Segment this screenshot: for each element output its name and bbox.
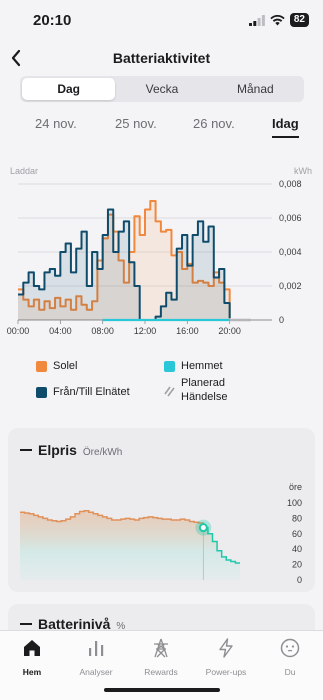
tab-analytics-label: Analyser [79,667,113,677]
legend-swatch-grid [36,387,47,398]
charging-label: Laddar [10,166,38,176]
chart-legend: Solel Hemmet Från/Till Elnätet Planerad … [36,356,296,412]
tab-analytics[interactable]: Analyser [66,637,126,677]
legend-label-planned: Planerad Händelse [181,377,228,403]
segment-week[interactable]: Vecka [115,78,208,100]
price-y-tick-label: 20 [292,560,302,570]
y-tick-label: 0,006 [279,213,302,223]
date-24-nov[interactable]: 24 nov. [35,116,77,131]
tab-profile[interactable]: Du [260,637,320,677]
header: Batteriaktivitet [0,42,323,74]
y-tick-label: 0 [279,315,284,325]
tab-home-label: Hem [22,667,42,677]
y-tick-label: 0,008 [279,179,302,189]
battery-level: 82 [289,13,309,27]
legend-item-planned: Planerad Händelse [164,376,251,404]
legend-label-home: Hemmet [181,360,223,372]
status-time: 20:10 [33,12,72,29]
price-y-tick-label: 40 [292,544,302,554]
x-tick-label: 16:00 [176,326,199,336]
hatch-icon [164,386,175,397]
face-icon [280,638,300,658]
home-indicator [104,688,220,692]
tab-home[interactable]: Hem [2,637,62,677]
x-tick-label: 12:00 [134,326,157,336]
tower-icon [154,638,168,658]
tab-profile-label: Du [284,667,296,677]
date-today[interactable]: Idag [272,116,299,138]
status-icons: 82 [248,13,309,27]
y-tick-label: 0,002 [279,281,302,291]
battery-activity-chart: Laddar kWh 0 0,002 0,004 0,006 0,008 00:00 04:00… [0,160,323,340]
legend-swatch-solar [36,361,47,372]
tab-power-ups[interactable]: Power-ups [196,637,256,677]
y-tick-label: 0,004 [279,247,302,257]
segment-day[interactable]: Dag [22,78,116,100]
x-tick-label: 20:00 [218,326,241,336]
legend-swatch-home [164,361,175,372]
signal-icon [248,14,265,26]
date-selector: 24 nov. 25 nov. 26 nov. Idag [0,114,323,144]
tab-rewards-label: Rewards [144,667,178,677]
x-tick-label: 08:00 [91,326,114,336]
page-title: Batteriaktivitet [112,50,211,66]
electricity-price-card[interactable]: Elpris Öre/kWh öre 0 20 40 60 80 100 [8,428,315,592]
price-y-tick-label: 60 [292,529,302,539]
x-tick-label: 04:00 [49,326,72,336]
legend-item-grid: Från/Till Elnätet [36,386,130,398]
home-icon [24,640,40,656]
legend-label-grid: Från/Till Elnätet [53,386,130,398]
bar-chart-icon [89,641,104,656]
price-y-tick-label: 100 [287,498,302,508]
battery-activity-chart-svg: Laddar kWh 0 0,002 0,004 0,006 0,008 00:00 04:00… [7,166,312,336]
segment-month[interactable]: Månad [209,78,302,100]
current-price-marker [198,523,208,533]
collapse-dash-icon[interactable] [20,623,32,625]
status-bar: 20:10 82 [0,0,323,40]
bolt-icon [219,638,233,658]
price-axis-unit: öre [289,482,302,492]
kwh-unit-label: kWh [294,166,312,176]
date-26-nov[interactable]: 26 nov. [193,116,235,131]
date-25-nov[interactable]: 25 nov. [115,116,157,131]
period-segmented-control: Dag Vecka Månad [20,76,304,102]
legend-item-home: Hemmet [164,360,223,372]
screen: 20:10 82 Batteriaktivitet Dag Vecka Måna… [0,0,323,700]
legend-item-solar: Solel [36,360,77,372]
tab-rewards[interactable]: Rewards [131,637,191,677]
price-y-tick-label: 0 [297,575,302,585]
electricity-price-chart: öre 0 20 40 60 80 100 [20,482,302,585]
tab-power-ups-label: Power-ups [205,667,247,677]
price-y-tick-label: 80 [292,513,302,523]
legend-label-solar: Solel [53,360,78,372]
wifi-icon [270,14,285,25]
x-tick-label: 00:00 [7,326,30,336]
